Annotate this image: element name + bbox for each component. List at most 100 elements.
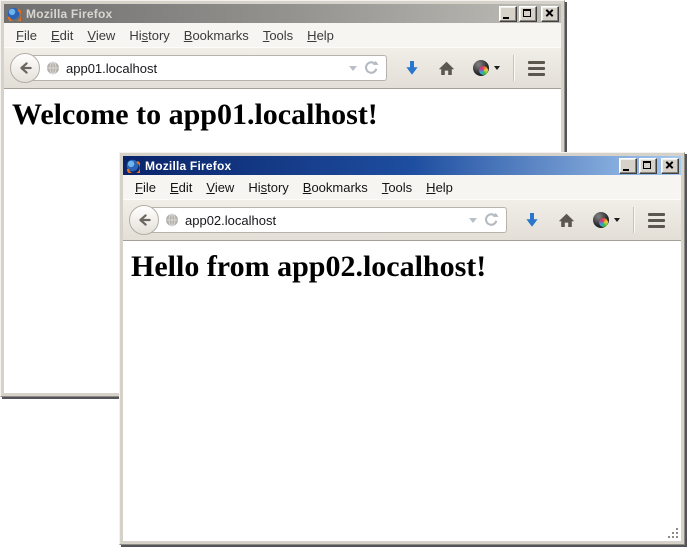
home-button[interactable] — [429, 53, 464, 83]
titlebar[interactable]: Mozilla Firefox — [4, 4, 561, 23]
label-part: H — [426, 180, 435, 195]
home-icon — [558, 213, 575, 228]
menu-item-file[interactable]: File — [128, 177, 163, 198]
menu-item-file[interactable]: File — [9, 25, 44, 46]
label-part: F — [135, 180, 143, 195]
reload-icon[interactable] — [483, 212, 499, 228]
hamburger-menu-icon — [648, 213, 665, 216]
menu-item-help[interactable]: Help — [300, 25, 341, 46]
label-part: F — [16, 28, 24, 43]
history-dropdown-icon[interactable] — [349, 66, 357, 71]
label-part: iew — [96, 28, 116, 43]
hamburger-menu-icon — [648, 225, 665, 228]
hamburger-menu-icon — [528, 61, 545, 64]
minimize-button[interactable] — [619, 158, 637, 174]
download-icon — [404, 60, 420, 77]
menu-bar: File Edit View History Bookmarks Tools H… — [4, 23, 561, 47]
open-menu-button[interactable] — [518, 61, 555, 76]
addon-button[interactable] — [584, 205, 629, 235]
downloads-button[interactable] — [395, 53, 429, 83]
menu-item-edit[interactable]: Edit — [163, 177, 199, 198]
window-app02: Mozilla Firefox File Edit View History B… — [119, 152, 685, 545]
toolbar-buttons — [395, 53, 555, 83]
menu-item-history[interactable]: History — [122, 25, 176, 46]
toolbar-separator — [633, 207, 634, 233]
label-part: ile — [143, 180, 156, 195]
page-heading: Hello from app02.localhost! — [131, 250, 673, 284]
download-icon — [524, 212, 540, 229]
dropdown-caret-icon — [494, 66, 500, 70]
menu-item-bookmarks[interactable]: Bookmarks — [177, 25, 256, 46]
firefox-icon[interactable] — [125, 158, 140, 173]
site-globe-icon[interactable] — [165, 213, 179, 227]
minimize-button[interactable] — [499, 6, 517, 22]
label-part: Hi — [248, 180, 260, 195]
url-bar — [24, 55, 387, 81]
page-content: Hello from app02.localhost! — [123, 241, 681, 541]
label-part: tory — [267, 180, 289, 195]
close-button[interactable] — [541, 6, 559, 22]
menu-item-view[interactable]: View — [199, 177, 241, 198]
window-title: Mozilla Firefox — [25, 7, 495, 21]
close-button[interactable] — [661, 158, 679, 174]
label-part: E — [170, 180, 179, 195]
home-button[interactable] — [549, 205, 584, 235]
url-input[interactable] — [66, 61, 343, 76]
hamburger-menu-icon — [528, 73, 545, 76]
label-part: tory — [148, 28, 170, 43]
color-wheel-addon-icon — [473, 60, 489, 76]
back-button[interactable] — [129, 205, 159, 235]
menu-item-help[interactable]: Help — [419, 177, 460, 198]
label-part: dit — [60, 28, 74, 43]
menu-item-tools[interactable]: Tools — [375, 177, 419, 198]
label-part: V — [206, 180, 214, 195]
label-part: V — [87, 28, 95, 43]
label-part: iew — [215, 180, 235, 195]
addon-button[interactable] — [464, 53, 509, 83]
label-part: dit — [179, 180, 193, 195]
downloads-button[interactable] — [515, 205, 549, 235]
url-bar — [143, 207, 507, 233]
window-title: Mozilla Firefox — [144, 159, 615, 173]
back-icon — [137, 213, 152, 227]
navigation-toolbar — [4, 47, 561, 89]
label-part: Hi — [129, 28, 141, 43]
menu-item-tools[interactable]: Tools — [256, 25, 300, 46]
label-part: H — [307, 28, 316, 43]
dropdown-caret-icon — [614, 218, 620, 222]
url-input[interactable] — [185, 213, 463, 228]
firefox-icon[interactable] — [6, 6, 21, 21]
label-part: ile — [24, 28, 37, 43]
site-globe-icon[interactable] — [46, 61, 60, 75]
reload-icon[interactable] — [363, 60, 379, 76]
menu-item-view[interactable]: View — [80, 25, 122, 46]
resize-grip[interactable] — [676, 528, 678, 530]
menu-item-bookmarks[interactable]: Bookmarks — [296, 177, 375, 198]
menu-item-edit[interactable]: Edit — [44, 25, 80, 46]
label-part: ools — [388, 180, 412, 195]
label-part: elp — [317, 28, 334, 43]
menu-item-history[interactable]: History — [241, 177, 295, 198]
navigation-toolbar — [123, 199, 681, 241]
hamburger-menu-icon — [648, 219, 665, 222]
page-heading: Welcome to app01.localhost! — [12, 98, 553, 132]
label-part: E — [51, 28, 60, 43]
label-part: ools — [269, 28, 293, 43]
window-controls — [499, 6, 559, 22]
label-part: ookmarks — [311, 180, 367, 195]
label-part: ookmarks — [192, 28, 248, 43]
titlebar[interactable]: Mozilla Firefox — [123, 156, 681, 175]
window-controls — [619, 158, 679, 174]
toolbar-buttons — [515, 205, 675, 235]
menu-bar: File Edit View History Bookmarks Tools H… — [123, 175, 681, 199]
home-icon — [438, 61, 455, 76]
history-dropdown-icon[interactable] — [469, 218, 477, 223]
toolbar-separator — [513, 55, 514, 81]
label-part: elp — [436, 180, 453, 195]
back-button[interactable] — [10, 53, 40, 83]
back-icon — [18, 61, 33, 75]
open-menu-button[interactable] — [638, 213, 675, 228]
maximize-button[interactable] — [519, 6, 537, 22]
maximize-button[interactable] — [639, 158, 657, 174]
color-wheel-addon-icon — [593, 212, 609, 228]
